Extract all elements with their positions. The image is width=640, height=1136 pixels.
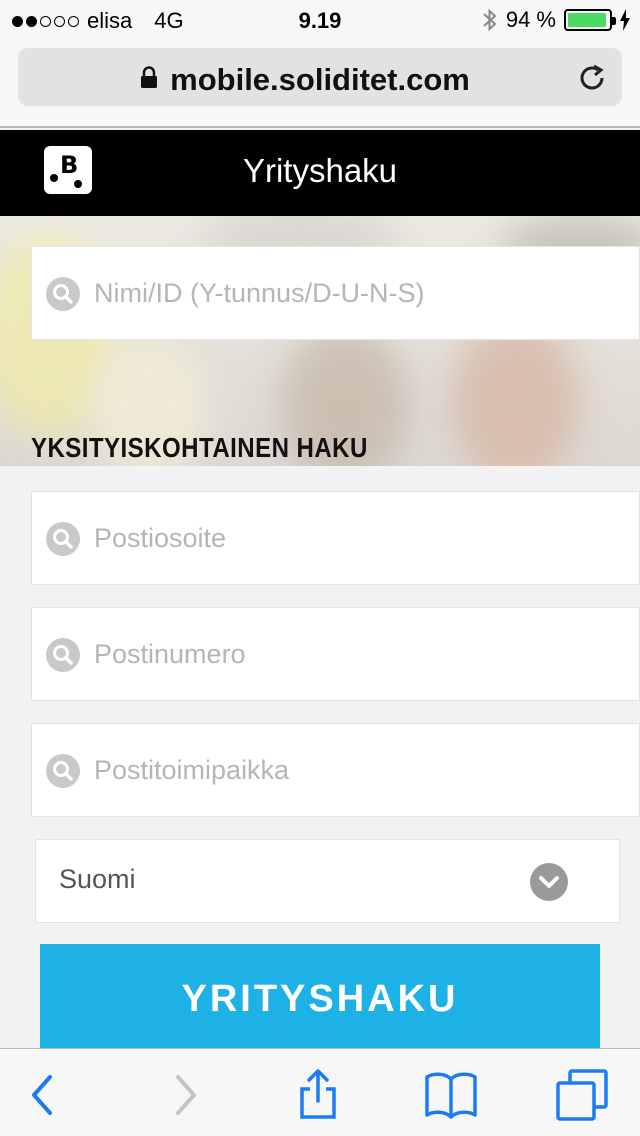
search-icon bbox=[46, 277, 80, 311]
address-bar[interactable]: mobile.soliditet.com bbox=[18, 48, 622, 106]
bluetooth-icon bbox=[483, 8, 497, 32]
city-placeholder: Postitoimipaikka bbox=[94, 755, 290, 785]
status-bar: elisa 4G 9.19 94 % bbox=[0, 0, 640, 40]
city-input[interactable]: Postitoimipaikka bbox=[31, 723, 640, 817]
browser-address-area: mobile.soliditet.com bbox=[0, 40, 640, 128]
battery-percent: 94 % bbox=[505, 7, 556, 32]
country-selected-value: Suomi bbox=[59, 864, 136, 894]
app-header: B Yrityshaku bbox=[0, 130, 640, 216]
page-title: Yrityshaku bbox=[242, 152, 398, 189]
company-search-button-label: YRITYSHAKU bbox=[181, 978, 459, 1020]
back-icon[interactable] bbox=[16, 1069, 72, 1121]
postcode-input[interactable]: Postinumero bbox=[31, 607, 640, 701]
reload-icon[interactable] bbox=[576, 62, 608, 94]
bolt-icon bbox=[620, 9, 630, 31]
share-icon[interactable] bbox=[290, 1069, 346, 1121]
search-icon bbox=[46, 522, 80, 556]
bookmarks-icon[interactable] bbox=[423, 1069, 479, 1121]
street-address-input[interactable]: Postiosoite bbox=[31, 491, 640, 585]
search-icon bbox=[46, 754, 80, 788]
street-address-placeholder: Postiosoite bbox=[94, 523, 227, 553]
forward-icon[interactable] bbox=[156, 1069, 212, 1121]
company-name-search-input[interactable]: Nimi/ID (Y-tunnus/D-U-N-S) bbox=[31, 246, 640, 340]
browser-toolbar bbox=[0, 1048, 640, 1136]
chevron-down-icon bbox=[530, 863, 568, 901]
company-search-button[interactable]: YRITYSHAKU bbox=[40, 944, 600, 1054]
search-icon bbox=[46, 638, 80, 672]
name-search-placeholder: Nimi/ID (Y-tunnus/D-U-N-S) bbox=[94, 278, 425, 308]
country-select[interactable]: Suomi bbox=[35, 839, 620, 923]
detailed-search-heading: YKSITYISKOHTAINEN HAKU bbox=[31, 432, 368, 463]
url-text: mobile.soliditet.com bbox=[170, 62, 470, 97]
battery-icon bbox=[564, 9, 616, 31]
postcode-placeholder: Postinumero bbox=[94, 639, 246, 669]
tabs-icon[interactable] bbox=[554, 1069, 610, 1121]
